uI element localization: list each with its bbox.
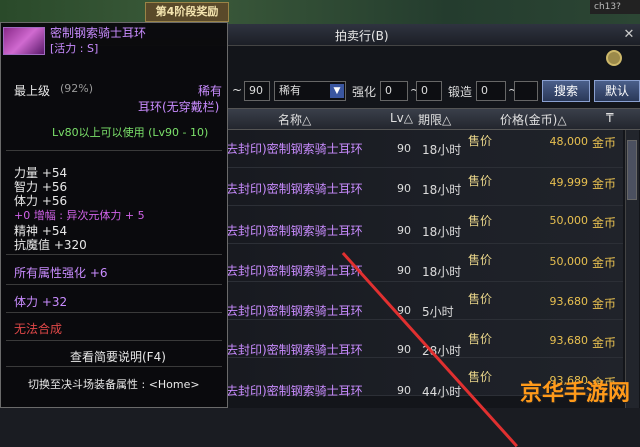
earring-item-icon (3, 27, 45, 55)
item-level: 90 (397, 224, 411, 237)
item-expiry: 44小时 (422, 385, 462, 399)
currency-label: 金币 (592, 216, 617, 230)
level-to-input[interactable]: 90 (244, 81, 270, 101)
item-name: 去封印)密制钢索骑士耳环 (226, 384, 363, 398)
tooltip-grade: 最上级 (14, 84, 51, 98)
watermark-logo: 京华手游网 (520, 381, 631, 406)
divider (6, 150, 222, 151)
tooltip-rarity: 稀有 (198, 84, 223, 98)
item-name: 去封印)密制钢索骑士耳环 (226, 142, 363, 156)
item-level: 90 (397, 384, 411, 397)
item-expiry: 5小时 (422, 305, 454, 319)
sort-name-header[interactable]: 名称△ (278, 111, 311, 128)
tooltip-level-requirement: Lv80以上可以使用 (Lv90 - 10) (52, 126, 209, 139)
price-type: 售价 (468, 214, 493, 228)
price-type: 售价 (468, 370, 493, 384)
enhance-to-input[interactable]: 0 (416, 81, 442, 101)
item-price: 49,999 (549, 176, 589, 189)
divider (6, 254, 222, 255)
channel-indicator: ch13? (590, 0, 640, 14)
sort-expiry-header[interactable]: 期限△ (418, 111, 451, 128)
game-background-top (0, 0, 640, 24)
phase-reward-banner[interactable]: 第4阶段奖励 (145, 2, 229, 22)
scrollbar-thumb[interactable] (627, 140, 637, 200)
forge-label: 锻造 (448, 85, 473, 99)
window-title: 拍卖行(B) (335, 29, 389, 43)
item-level: 90 (397, 142, 411, 155)
tooltip-stat: 抗魔值 +320 (14, 238, 87, 252)
currency-label: 金币 (592, 136, 617, 150)
default-button[interactable]: 默认 (594, 80, 640, 102)
item-name: 去封印)密制钢索骑士耳环 (226, 343, 363, 357)
currency-label: 金币 (592, 256, 617, 270)
divider (6, 366, 222, 367)
item-name: 去封印)密制钢索骑士耳环 (226, 182, 363, 196)
tooltip-no-synthesis: 无法合成 (14, 322, 63, 336)
enhance-from-input[interactable]: 0 (380, 81, 408, 101)
item-expiry: 18小时 (422, 143, 462, 157)
item-price: 50,000 (549, 214, 589, 227)
tooltip-grade-percent: (92%) (60, 82, 94, 95)
search-button[interactable]: 搜索 (542, 80, 590, 102)
tooltip-amplify: +0 增幅 : 异次元体力 + 5 (14, 209, 145, 222)
tooltip-slot: 耳环(无穿戴栏) (138, 100, 220, 114)
item-level: 90 (397, 343, 411, 356)
item-expiry: 18小时 (422, 265, 462, 279)
chevron-down-icon[interactable]: ▼ (330, 84, 344, 98)
tooltip-vitality: [活力 : S] (50, 42, 99, 55)
divider (6, 284, 222, 285)
item-price: 93,680 (549, 295, 589, 308)
tooltip-item-name: 密制钢索骑士耳环 (50, 26, 147, 40)
price-type: 售价 (468, 174, 493, 188)
item-price: 50,000 (549, 255, 589, 268)
enhance-label: 强化 (352, 85, 377, 99)
divider (6, 340, 222, 341)
sort-lv-header[interactable]: Lv△ (390, 111, 413, 125)
currency-label: 金币 (592, 336, 617, 350)
item-level: 90 (397, 182, 411, 195)
sort-price-header[interactable]: 价格(金币)△ (500, 111, 567, 128)
divider (6, 312, 222, 313)
tilde-separator: ~ (232, 83, 243, 97)
item-expiry: 18小时 (422, 225, 462, 239)
item-name: 去封印)密制钢索骑士耳环 (226, 224, 363, 238)
item-name: 去封印)密制钢索骑士耳环 (226, 304, 363, 318)
pin-icon[interactable]: ₸ (606, 111, 614, 125)
tooltip-all-attribute: 所有属性强化 +6 (14, 266, 108, 280)
forge-to-input[interactable] (514, 81, 538, 101)
currency-label: 金币 (592, 177, 617, 191)
item-expiry: 18小时 (422, 183, 462, 197)
item-price: 48,000 (549, 135, 589, 148)
price-type: 售价 (468, 332, 493, 346)
item-level: 90 (397, 264, 411, 277)
forge-from-input[interactable]: 0 (476, 81, 506, 101)
item-price: 93,680 (549, 334, 589, 347)
price-type: 售价 (468, 292, 493, 306)
gear-icon[interactable] (606, 50, 622, 66)
tooltip-view-brief[interactable]: 查看简要说明(F4) (70, 348, 166, 365)
tooltip-switch-arena[interactable]: 切换至决斗场装备属性 : <Home> (28, 376, 200, 392)
price-type: 售价 (468, 253, 493, 267)
currency-label: 金币 (592, 297, 617, 311)
price-type: 售价 (468, 134, 493, 148)
close-icon[interactable]: ✕ (622, 28, 636, 42)
item-name: 去封印)密制钢索骑士耳环 (226, 264, 363, 278)
tooltip-vitality-bonus: 体力 +32 (14, 295, 68, 309)
